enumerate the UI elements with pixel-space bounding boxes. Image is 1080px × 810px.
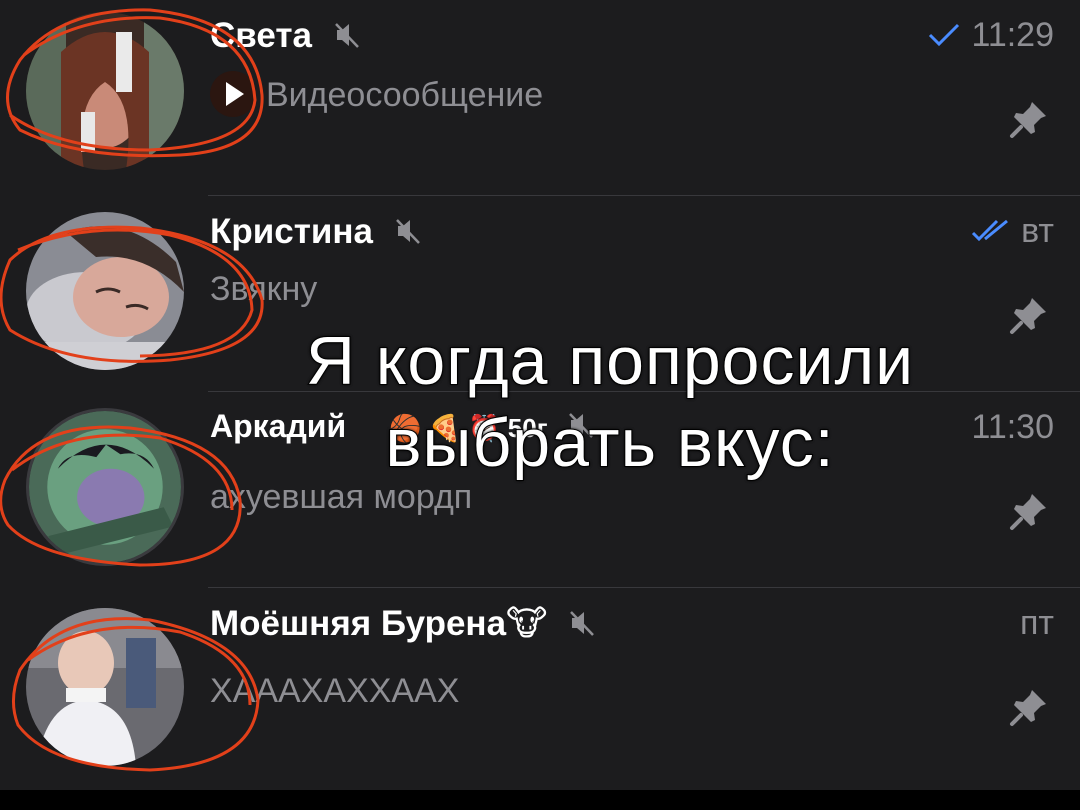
pin-icon <box>1008 686 1050 728</box>
chat-time: пт <box>1020 604 1054 643</box>
chat-row-sveta[interactable]: Света 11:29 Видеосообщение <box>0 0 1080 196</box>
muted-speaker-icon <box>334 18 360 58</box>
pin-icon <box>1008 98 1050 140</box>
caption-line-1: Я когда попросили <box>305 322 915 400</box>
chat-preview: Видеосообщение <box>210 71 544 120</box>
meme-caption: Я когда попросили выбрать вкус: <box>180 320 1040 484</box>
chat-name-text: Моёшняя Бурена🐮 <box>210 604 548 643</box>
chat-name-text: Кристина <box>210 212 373 251</box>
caption-line-2: выбрать вкус: <box>384 404 835 482</box>
chat-name: Кристина <box>210 212 421 254</box>
time-text: пт <box>1020 604 1054 642</box>
time-text: 11:29 <box>971 16 1054 54</box>
avatar[interactable] <box>26 212 184 370</box>
pin-icon <box>1008 490 1050 532</box>
checkmark-icon <box>927 18 961 57</box>
avatar[interactable] <box>26 608 184 766</box>
muted-speaker-icon <box>395 214 421 254</box>
chat-name-text: Света <box>210 16 312 55</box>
avatar[interactable] <box>26 408 184 566</box>
preview-text: ХАААХАХХААХ <box>210 672 460 710</box>
chat-time: 11:29 <box>927 16 1054 57</box>
time-text: вт <box>1021 212 1054 250</box>
play-icon <box>210 71 256 117</box>
chat-name: Света <box>210 16 360 58</box>
bottom-bar <box>0 790 1080 810</box>
chat-time: вт <box>971 212 1054 253</box>
chat-row-burena[interactable]: Моёшняя Бурена🐮 пт ХАААХАХХААХ <box>0 588 1080 784</box>
chat-preview: Звякну <box>210 270 317 309</box>
avatar[interactable] <box>26 12 184 170</box>
chat-name: Моёшняя Бурена🐮 <box>210 604 595 646</box>
double-checkmark-icon <box>971 214 1011 253</box>
preview-text: Звякну <box>210 270 318 308</box>
muted-speaker-icon <box>569 606 595 646</box>
preview-text: Видеосообщение <box>266 75 544 114</box>
chat-preview: ХАААХАХХААХ <box>210 672 459 711</box>
